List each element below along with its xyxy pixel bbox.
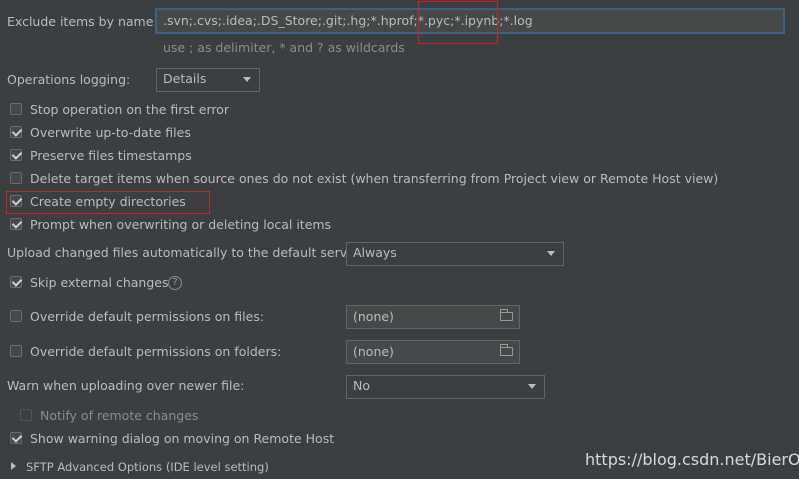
chevron-right-icon[interactable] (11, 462, 16, 470)
preserve-timestamps-checkbox[interactable] (10, 149, 22, 161)
stop-on-error-label: Stop operation on the first error (30, 102, 230, 117)
sftp-advanced-toggle[interactable]: SFTP Advanced Options (IDE level setting… (26, 459, 269, 475)
show-warning-dialog-checkbox[interactable] (10, 432, 22, 444)
notify-remote-checkbox[interactable] (20, 409, 32, 421)
warn-newer-select[interactable]: No (346, 375, 545, 399)
exclude-hint: use ; as delimiter, * and ? as wildcards (163, 40, 405, 55)
highlight-box-create-dirs (6, 191, 210, 214)
override-folders-value: (none) (353, 344, 394, 359)
highlight-box-exclude (418, 1, 498, 44)
watermark: https://blog.csdn.net/BierOne (585, 450, 799, 469)
upload-changed-label: Upload changed files automatically to th… (7, 245, 360, 260)
upload-changed-select[interactable]: Always (346, 242, 564, 266)
chevron-down-icon (547, 251, 555, 256)
override-folders-checkbox[interactable] (10, 345, 22, 357)
upload-changed-value: Always (353, 245, 397, 260)
operations-logging-select[interactable]: Details (156, 68, 260, 92)
prompt-overwriting-checkbox[interactable] (10, 218, 22, 230)
chevron-down-icon (528, 384, 536, 389)
operations-logging-value: Details (163, 71, 207, 86)
folder-icon[interactable] (500, 344, 513, 356)
delete-target-items-label: Delete target items when source ones do … (30, 171, 719, 186)
override-folders-label: Override default permissions on folders: (30, 344, 282, 359)
operations-logging-label: Operations logging: (7, 72, 131, 87)
help-icon[interactable]: ? (168, 276, 182, 290)
override-files-checkbox[interactable] (10, 310, 22, 322)
override-files-value: (none) (353, 309, 394, 324)
override-files-label: Override default permissions on files: (30, 309, 265, 324)
stop-on-error-checkbox[interactable] (10, 103, 22, 115)
folder-icon[interactable] (500, 309, 513, 321)
delete-target-items-checkbox[interactable] (10, 172, 22, 184)
warn-newer-value: No (353, 378, 370, 393)
overwrite-up-to-date-label: Overwrite up-to-date files (30, 125, 191, 140)
chevron-down-icon (243, 77, 251, 82)
skip-external-label: Skip external changes (30, 275, 169, 290)
overwrite-up-to-date-checkbox[interactable] (10, 126, 22, 138)
prompt-overwriting-label: Prompt when overwriting or deleting loca… (30, 217, 332, 232)
warn-newer-label: Warn when uploading over newer file: (7, 378, 245, 393)
override-folders-field[interactable]: (none) (346, 340, 520, 364)
skip-external-checkbox[interactable] (10, 276, 22, 288)
exclude-label: Exclude items by name: (7, 14, 158, 29)
override-files-field[interactable]: (none) (346, 305, 520, 329)
preserve-timestamps-label: Preserve files timestamps (30, 148, 192, 163)
notify-remote-label: Notify of remote changes (40, 408, 199, 423)
show-warning-dialog-label: Show warning dialog on moving on Remote … (30, 431, 335, 446)
